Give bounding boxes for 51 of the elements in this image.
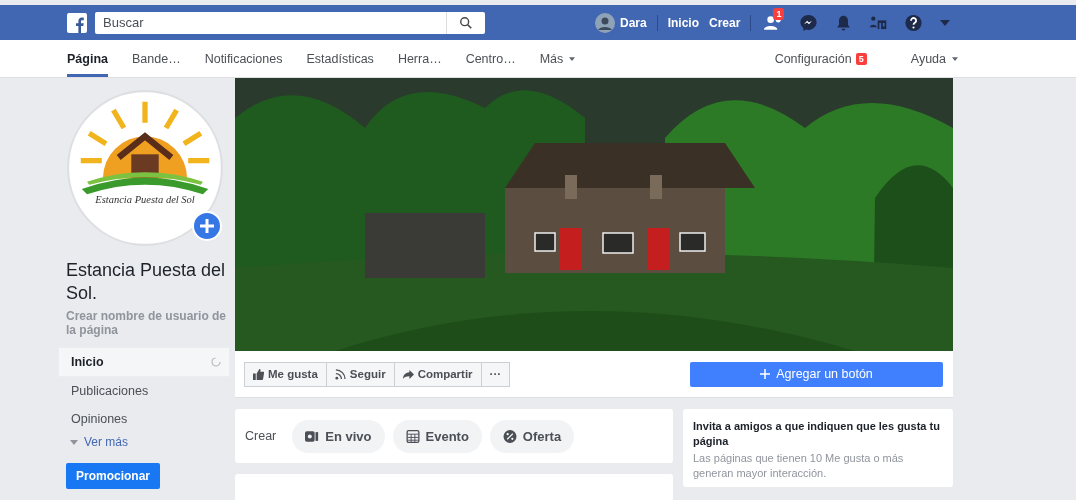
sidebar-item[interactable]: Opiniones <box>58 405 230 433</box>
page-tab[interactable]: Notificaciones <box>204 40 283 77</box>
invite-text: Las páginas que tienen 10 Me gusta o más generan mayor interacción. <box>693 451 905 481</box>
promote-button[interactable]: Promocionar <box>66 463 160 489</box>
nav-link[interactable]: Inicio <box>667 15 700 30</box>
share-icon <box>402 368 414 380</box>
page-tab[interactable]: Estadísticas <box>306 40 374 77</box>
sidebar-item[interactable]: Publicaciones <box>58 377 230 405</box>
caret-icon <box>70 439 78 445</box>
nav-link[interactable]: Crear <box>709 15 741 30</box>
add-button[interactable]: Agregar un botón <box>690 361 943 387</box>
facebook-logo-icon[interactable] <box>67 12 87 33</box>
create-option[interactable]: Oferta <box>489 419 575 453</box>
create-option[interactable]: En vivo <box>292 419 385 453</box>
invite-title: Invita a amigos a que indiquen que les gusta tu página <box>693 419 941 449</box>
search-icon <box>459 15 473 30</box>
avatar-icon <box>595 12 615 33</box>
percent-icon <box>502 429 517 443</box>
action-button[interactable]: ··· <box>480 361 511 387</box>
see-more-link[interactable]: Ver más <box>70 435 230 449</box>
search-field[interactable]: Buscar <box>95 11 446 34</box>
page-tab[interactable]: Bande… <box>132 40 181 77</box>
plus-icon <box>760 369 771 379</box>
create-option[interactable]: Evento <box>392 419 482 453</box>
sidebar-item[interactable]: Inicio <box>58 347 230 377</box>
rss-icon <box>334 368 346 380</box>
create-label: Crear <box>245 429 277 443</box>
messenger-icon[interactable] <box>799 13 819 32</box>
loading-icon <box>211 357 221 367</box>
page-tab[interactable]: Herra… <box>397 40 442 77</box>
friends-icon[interactable] <box>764 13 784 32</box>
thumbs-up-icon <box>253 368 264 380</box>
action-button[interactable]: Me gusta <box>244 361 327 387</box>
caret-icon[interactable] <box>940 19 951 26</box>
page-tab[interactable]: Ayuda <box>910 40 958 77</box>
logo-caption: Estancia Puesta del Sol <box>95 193 195 205</box>
action-button[interactable]: Seguir <box>325 361 395 387</box>
search-button[interactable] <box>446 11 485 34</box>
notification-badge: 1 <box>773 7 785 20</box>
action-button[interactable]: Compartir <box>393 361 482 387</box>
profile-link[interactable]: Dara <box>595 12 647 33</box>
help-icon[interactable] <box>904 13 924 32</box>
video-icon <box>305 429 320 443</box>
add-photo-icon[interactable] <box>192 211 222 241</box>
page-tab[interactable]: Más <box>539 40 576 77</box>
page-tab[interactable]: Página <box>67 40 108 77</box>
count-badge: 5 <box>855 52 867 65</box>
calendar-icon <box>405 429 420 443</box>
page-name: Estancia Puesta del Sol. <box>66 259 227 305</box>
page-tab[interactable]: Configuración <box>774 40 852 77</box>
page-tab[interactable]: Centro… <box>465 40 516 77</box>
